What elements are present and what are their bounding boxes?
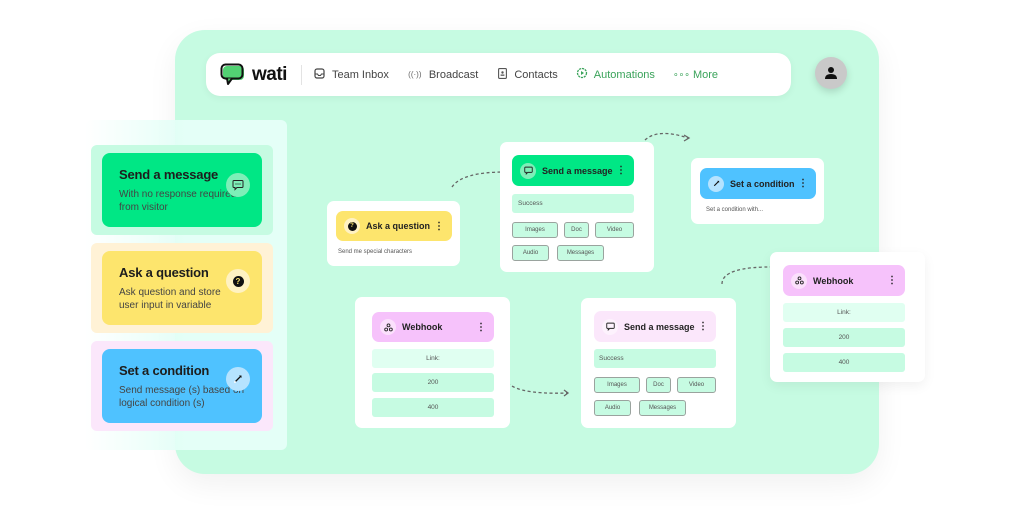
- nav-item-automations[interactable]: Automations: [576, 67, 655, 82]
- node-menu-icon[interactable]: ⋮: [696, 321, 710, 332]
- nav-label: More: [692, 68, 718, 81]
- nav-divider: [300, 64, 302, 85]
- node-title: Send a message: [624, 321, 695, 332]
- question-icon: ?: [226, 269, 250, 293]
- status-200-row: 200: [372, 373, 494, 392]
- webhook-icon: [380, 319, 396, 335]
- logo-text: wati: [252, 63, 287, 85]
- chip-video[interactable]: Video: [595, 222, 634, 238]
- palette-item-set-condition[interactable]: Set a condition Send message (s) based o…: [91, 341, 273, 431]
- logo-chat-icon: [220, 63, 244, 85]
- top-navbar: wati Team Inbox ((·)) Broadcast Contacts…: [206, 53, 791, 96]
- nav-label: Broadcast: [428, 68, 479, 81]
- flow-node-webhook[interactable]: Webhook ⋮ Link: 200 400: [355, 297, 510, 428]
- node-title: Send a message: [542, 165, 613, 176]
- condition-icon: [226, 367, 250, 391]
- success-row: Success: [594, 349, 716, 368]
- node-title: Ask a question: [366, 221, 431, 231]
- question-icon: ?: [344, 218, 360, 234]
- nav-item-broadcast[interactable]: ((·)) Broadcast: [407, 68, 479, 81]
- flow-node-webhook-2[interactable]: Webhook ⋮ Link: 200 400: [770, 252, 925, 382]
- chip-messages[interactable]: Messages: [639, 400, 686, 416]
- node-menu-icon[interactable]: ⋮: [796, 178, 810, 189]
- node-menu-icon[interactable]: ⋮: [885, 275, 899, 286]
- chip-audio[interactable]: Audio: [594, 400, 631, 416]
- nav-item-team-inbox[interactable]: Team Inbox: [314, 67, 389, 82]
- chip-video[interactable]: Video: [677, 377, 716, 393]
- chip-messages[interactable]: Messages: [557, 245, 604, 261]
- success-row: Success: [512, 194, 634, 213]
- node-title: Webhook: [813, 275, 854, 286]
- chat-bubble-icon: [602, 318, 618, 335]
- chip-images[interactable]: Images: [512, 222, 558, 238]
- node-title: Set a condition: [730, 178, 795, 189]
- flow-node-ask-question[interactable]: ? Ask a question ⋮ Send me special chara…: [327, 201, 460, 266]
- broadcast-icon: ((·)): [408, 70, 422, 79]
- flow-node-send-message[interactable]: Send a message ⋮ Success Images Doc Vide…: [500, 142, 654, 272]
- contacts-icon: [496, 67, 508, 82]
- status-400-row: 400: [783, 353, 905, 372]
- wati-logo[interactable]: wati: [220, 63, 287, 87]
- nav-label: Contacts: [514, 68, 558, 81]
- condition-icon: [708, 175, 724, 192]
- chat-bubble-icon: [520, 162, 536, 179]
- link-row: Link:: [783, 303, 905, 322]
- nav-label: Automations: [593, 68, 655, 81]
- node-menu-icon[interactable]: ⋮: [432, 221, 446, 232]
- status-400-row: 400: [372, 398, 494, 417]
- node-subtitle: Send me special characters: [338, 249, 413, 255]
- chip-images[interactable]: Images: [594, 377, 640, 393]
- chip-audio[interactable]: Audio: [512, 245, 549, 261]
- webhook-icon: [791, 272, 807, 289]
- nav-item-contacts[interactable]: Contacts: [496, 67, 558, 82]
- chat-bubble-icon: [226, 173, 250, 197]
- user-icon: [825, 67, 837, 79]
- flow-node-set-condition[interactable]: Set a condition ⋮ Set a condition with..…: [691, 158, 824, 224]
- chip-doc[interactable]: Doc: [564, 222, 589, 238]
- nav-item-more[interactable]: ∘∘∘ More: [673, 69, 718, 81]
- user-avatar[interactable]: [815, 57, 847, 89]
- node-title: Webhook: [402, 322, 443, 332]
- chip-doc[interactable]: Doc: [646, 377, 671, 393]
- node-menu-icon[interactable]: ⋮: [614, 165, 628, 176]
- inbox-icon: [314, 67, 326, 82]
- palette-item-send-message[interactable]: Send a message With no response required…: [91, 145, 273, 235]
- node-subtitle: Set a condition with...: [706, 207, 764, 213]
- nav-label: Team Inbox: [331, 68, 389, 81]
- more-icon: ∘∘∘: [672, 69, 690, 79]
- palette-item-desc: With no response required from visitor: [119, 189, 237, 213]
- flow-node-send-message-2[interactable]: Send a message ⋮ Success Images Doc Vide…: [581, 298, 736, 428]
- status-200-row: 200: [783, 328, 905, 347]
- automations-icon: [576, 67, 588, 82]
- link-row: Link:: [372, 349, 494, 368]
- palette-item-ask-question[interactable]: Ask a question Ask question and store us…: [91, 243, 273, 333]
- node-menu-icon[interactable]: ⋮: [474, 322, 488, 333]
- palette-item-desc: Ask question and store user input in var…: [119, 287, 221, 311]
